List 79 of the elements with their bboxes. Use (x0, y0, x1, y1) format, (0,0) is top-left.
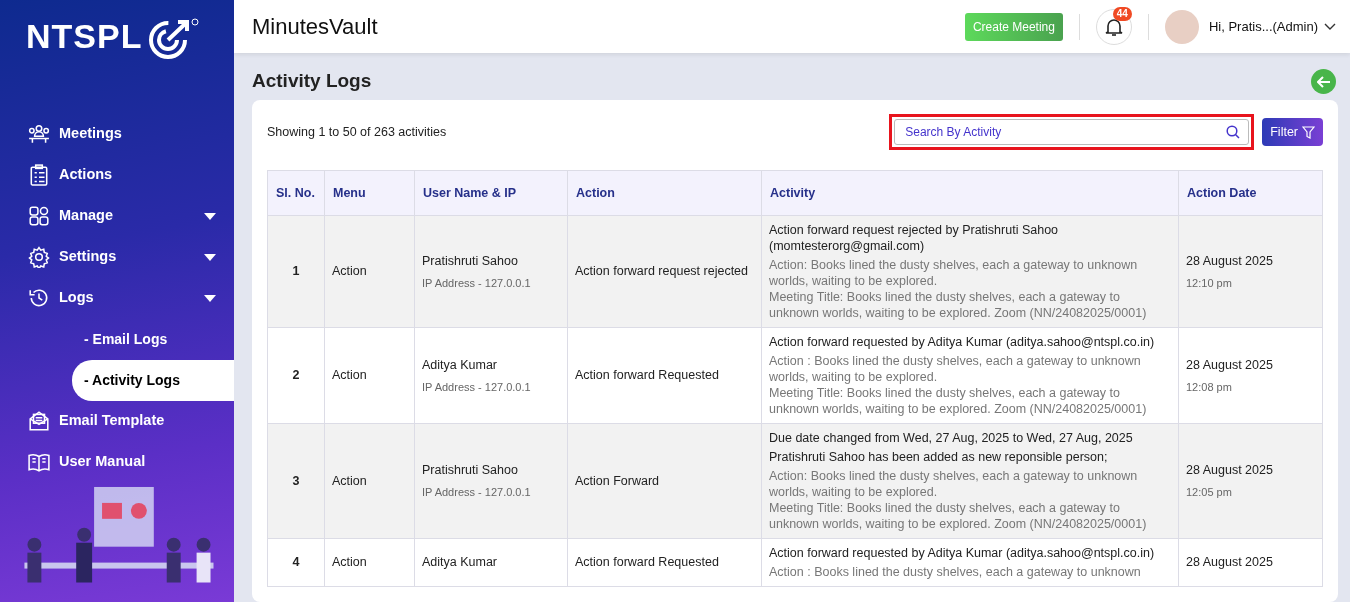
table-cell: 3 (267, 423, 325, 539)
column-header: Menu (324, 170, 415, 216)
column-header: Activity (761, 170, 1179, 216)
table-cell: Action forward request rejected (567, 215, 762, 328)
envelope-icon (28, 410, 50, 433)
ip-address: IP Address - 127.0.0.1 (422, 275, 532, 291)
activity-detail: Meeting Title: Books lined the dusty shelves, each a gateway to unknown worlds, waiting to be explored. Zoom (NN/24082025/0001) (769, 289, 1148, 321)
user-name: Aditya Kumar (422, 554, 499, 572)
action-date: 28 August 2025 (1186, 252, 1274, 270)
table-cell: 2 (267, 327, 325, 424)
column-header: Action Date (1178, 170, 1323, 216)
search-field[interactable]: Search By Activity (894, 119, 1250, 145)
bell-icon (1104, 16, 1123, 37)
filter-button[interactable]: Filter (1262, 117, 1323, 147)
search-icon (1226, 125, 1241, 139)
target-arrow-icon (148, 18, 201, 60)
sidebar-subitem[interactable]: - Activity Logs (72, 359, 234, 401)
activity-headline: Action forward request rejected by Pratishruti Sahoo (momtesterorg@gmail.com) (769, 222, 1060, 254)
table-cell: 4 (267, 538, 325, 587)
back-arrow-icon (1316, 75, 1331, 88)
table-cell: Action Forward (567, 423, 762, 539)
user-name: Pratishruti Sahoo (422, 252, 519, 270)
table-cell: Action (324, 215, 415, 328)
table-cell: Action forward Requested (567, 538, 762, 587)
funnel-icon (1302, 125, 1315, 139)
page-title: Activity Logs (252, 70, 372, 93)
activity-detail: Action: Books lined the dusty shelves, each a gateway to unknown worlds, waiting to be explored. (769, 257, 1139, 289)
column-header: Sl. No. (267, 170, 325, 216)
table-cell: Action (324, 327, 415, 424)
sidebar-item[interactable]: Manage (0, 195, 234, 237)
caret-icon (204, 212, 216, 220)
action-time: 12:10 pm (1186, 275, 1233, 291)
activity-detail: Action : Books lined the dusty shelves, each a gateway to unknown worlds, waiting to be explored. (769, 353, 1142, 385)
sidebar-item[interactable]: Meetings (0, 113, 234, 155)
notifications-button[interactable]: 44 (1095, 8, 1132, 45)
ip-address: IP Address - 127.0.0.1 (422, 485, 532, 501)
sidebar-item[interactable]: Logs (0, 277, 234, 319)
column-header: Action (567, 170, 762, 216)
column-header: User Name & IP (414, 170, 568, 216)
action-date: 28 August 2025 (1186, 462, 1274, 480)
user-name: Aditya Kumar (422, 356, 499, 374)
activity-headline: Action forward requested by Aditya Kumar (aditya.sahoo@ntspl.co.in) (769, 545, 1156, 561)
action-time: 12:08 pm (1186, 379, 1233, 395)
ip-address: IP Address - 127.0.0.1 (422, 379, 532, 395)
brand-logo-text: NTSPL (26, 18, 143, 56)
back-button[interactable] (1311, 69, 1336, 94)
grid-icon (28, 205, 50, 228)
activity-headline: Pratishruti Sahoo has been added as new reponsible person; (769, 449, 1109, 465)
table-cell: Action forward Requested (567, 327, 762, 424)
user-menu[interactable]: Hi, Pratis...(Admin) (1208, 16, 1336, 37)
app-title: MinutesVault (252, 13, 379, 41)
notification-count: 44 (1112, 6, 1132, 21)
sidebar-item[interactable]: User Manual (0, 441, 234, 483)
results-summary: Showing 1 to 50 of 263 activities (267, 123, 448, 141)
settings-icon (28, 246, 50, 269)
action-date: 28 August 2025 (1186, 356, 1274, 374)
sidebar-item[interactable]: Email Template (0, 400, 234, 442)
sidebar-subitem[interactable]: - Email Logs (72, 318, 234, 360)
sidebar-item[interactable]: Actions (0, 154, 234, 196)
caret-icon (204, 253, 216, 261)
sidebar-item[interactable]: Settings (0, 236, 234, 278)
activity-detail: Action : Books lined the dusty shelves, each a gateway to unknown (769, 564, 1142, 580)
people-icon (28, 123, 50, 146)
action-time: 12:05 pm (1186, 485, 1233, 501)
caret-icon (204, 294, 216, 302)
user-avatar (1164, 9, 1199, 44)
activity-detail: Action: Books lined the dusty shelves, each a gateway to unknown worlds, waiting to be explored. (769, 468, 1139, 500)
table-cell: 1 (267, 215, 325, 328)
book-icon (28, 451, 50, 474)
activity-headline: Action forward requested by Aditya Kumar (aditya.sahoo@ntspl.co.in) (769, 334, 1156, 350)
activity-headline: Due date changed from Wed, 27 Aug, 2025 to Wed, 27 Aug, 2025 (769, 430, 1134, 446)
action-date: 28 August 2025 (1186, 554, 1274, 572)
table-cell: Action (324, 423, 415, 539)
user-name: Pratishruti Sahoo (422, 462, 519, 480)
table-cell: Action (324, 538, 415, 587)
clipboard-icon (28, 164, 50, 187)
activity-detail: Meeting Title: Books lined the dusty shelves, each a gateway to unknown worlds, waiting to be explored. Zoom (NN/24082025/0001) (769, 500, 1148, 532)
chevron-down-icon (1324, 22, 1336, 31)
activity-detail: Meeting Title: Books lined the dusty shelves, each a gateway to unknown worlds, waiting to be explored. Zoom (NN/24082025/0001) (769, 385, 1148, 417)
